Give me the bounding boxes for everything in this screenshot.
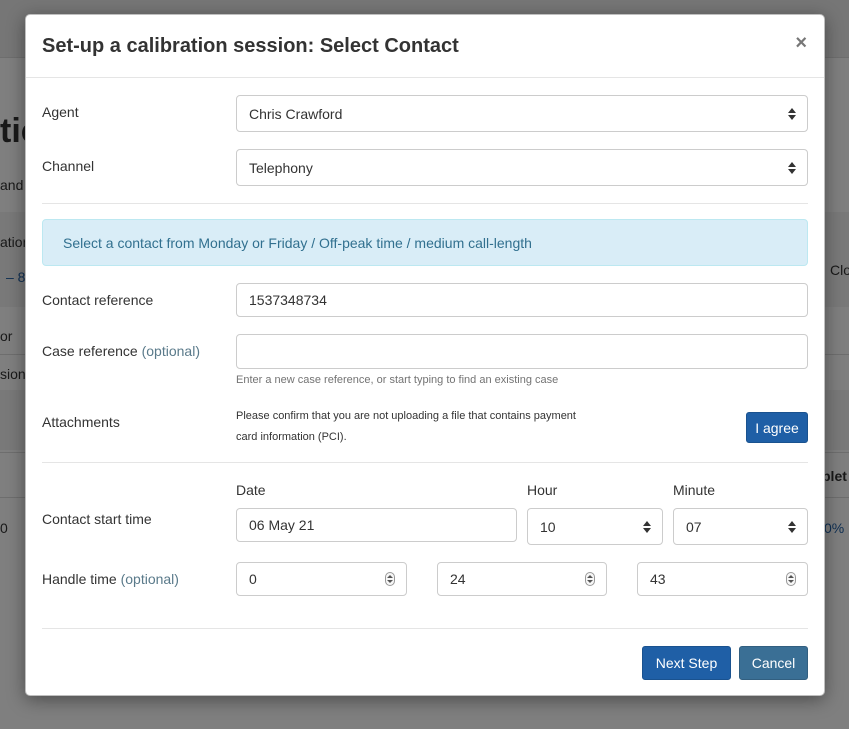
select-caret-icon: [643, 520, 651, 533]
minute-select[interactable]: 07: [673, 508, 808, 545]
spinner-icon[interactable]: [585, 572, 595, 586]
handle-time-seconds-value: 43: [650, 571, 666, 587]
agent-select-value: Chris Crawford: [249, 105, 343, 122]
divider: [42, 628, 808, 629]
spinner-icon[interactable]: [385, 572, 395, 586]
pci-notice: Please confirm that you are not uploadin…: [236, 406, 616, 448]
calibration-modal: Set-up a calibration session: Select Con…: [25, 14, 825, 696]
i-agree-button[interactable]: I agree: [746, 412, 808, 443]
handle-time-hours-value: 0: [249, 571, 257, 587]
handle-time-minutes-input[interactable]: 24: [437, 562, 607, 596]
case-reference-label: Case reference (optional): [42, 343, 200, 359]
spinner-icon[interactable]: [786, 572, 796, 586]
contact-start-time-label: Contact start time: [42, 511, 152, 527]
pci-notice-line2: card information (PCI).: [236, 431, 347, 443]
alert-text: Select a contact from Monday or Friday /…: [63, 234, 532, 251]
handle-time-seconds-input[interactable]: 43: [637, 562, 808, 596]
hour-select[interactable]: 10: [527, 508, 663, 545]
date-input[interactable]: 06 May 21: [236, 508, 517, 542]
handle-time-minutes-value: 24: [450, 571, 466, 587]
attachments-label: Attachments: [42, 414, 120, 430]
next-step-button[interactable]: Next Step: [642, 646, 731, 680]
case-reference-label-text: Case reference: [42, 343, 138, 359]
case-reference-optional: (optional): [141, 343, 200, 359]
channel-select[interactable]: Telephony: [236, 149, 808, 186]
pci-notice-line1: Please confirm that you are not uploadin…: [236, 410, 576, 422]
divider: [42, 203, 808, 204]
date-header: Date: [236, 482, 266, 498]
case-reference-help: Enter a new case reference, or start typ…: [236, 374, 559, 386]
handle-time-label: Handle time (optional): [42, 571, 179, 587]
handle-time-label-text: Handle time: [42, 571, 117, 587]
handle-time-hours-input[interactable]: 0: [236, 562, 407, 596]
hour-header: Hour: [527, 482, 558, 498]
divider: [42, 462, 808, 463]
channel-label: Channel: [42, 158, 95, 174]
minute-header: Minute: [673, 482, 716, 498]
channel-select-value: Telephony: [249, 159, 313, 176]
contact-reference-label: Contact reference: [42, 292, 154, 308]
minute-value: 07: [686, 518, 702, 535]
modal-header: Set-up a calibration session: Select Con…: [26, 15, 824, 78]
select-caret-icon: [788, 107, 796, 120]
case-reference-input[interactable]: [236, 334, 808, 369]
close-icon[interactable]: ×: [795, 31, 807, 55]
handle-time-optional: (optional): [120, 571, 179, 587]
cancel-button[interactable]: Cancel: [739, 646, 808, 680]
contact-reference-input[interactable]: 1537348734: [236, 283, 808, 317]
select-caret-icon: [788, 520, 796, 533]
select-caret-icon: [788, 161, 796, 174]
date-value: 06 May 21: [249, 517, 315, 533]
agent-label: Agent: [42, 104, 79, 120]
contact-reference-value: 1537348734: [249, 292, 327, 308]
contact-criteria-alert: Select a contact from Monday or Friday /…: [42, 219, 808, 266]
hour-value: 10: [540, 518, 556, 535]
modal-title: Set-up a calibration session: Select Con…: [42, 35, 459, 57]
agent-select[interactable]: Chris Crawford: [236, 95, 808, 132]
